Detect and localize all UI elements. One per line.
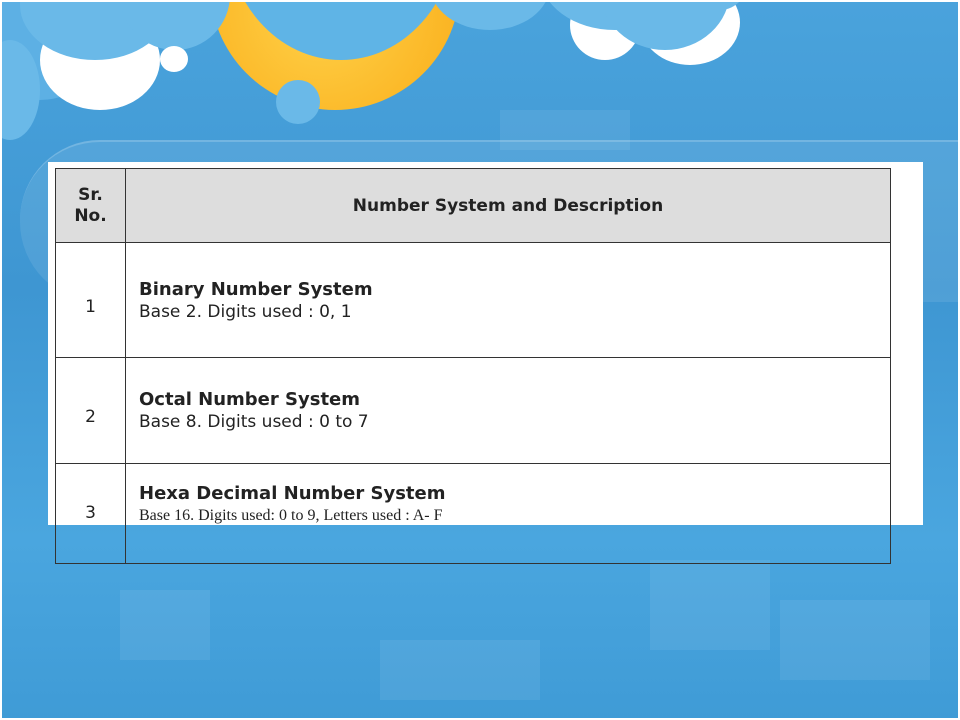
system-name: Hexa Decimal Number System <box>139 483 446 504</box>
number-system-table-card: Sr. No. Number System and Description 1 … <box>48 162 923 564</box>
number-system-table: Sr. No. Number System and Description 1 … <box>55 168 891 564</box>
table-header-row: Sr. No. Number System and Description <box>55 168 891 243</box>
system-description: Base 2. Digits used : 0, 1 <box>139 301 352 322</box>
table-row: 2 Octal Number System Base 8. Digits use… <box>55 357 891 464</box>
bg-tile <box>380 640 540 700</box>
bg-tile <box>650 560 770 650</box>
bg-tile <box>120 590 210 660</box>
description-cell: Hexa Decimal Number System Base 16. Digi… <box>125 463 891 564</box>
table-row: 3 Hexa Decimal Number System Base 16. Di… <box>55 463 891 564</box>
cloud-icon <box>276 80 320 124</box>
sr-cell: 3 <box>55 463 126 564</box>
sr-header-line2: No. <box>74 205 107 226</box>
description-header: Number System and Description <box>125 168 891 243</box>
sr-no-header: Sr. No. <box>55 168 126 243</box>
sr-cell: 1 <box>55 242 126 358</box>
table-row: 1 Binary Number System Base 2. Digits us… <box>55 242 891 358</box>
system-description: Base 16. Digits used: 0 to 9, Letters us… <box>139 507 443 524</box>
description-cell: Octal Number System Base 8. Digits used … <box>125 357 891 464</box>
bg-tile <box>780 600 930 680</box>
slide-background: Sr. No. Number System and Description 1 … <box>0 0 960 720</box>
cloud-icon <box>160 46 188 72</box>
system-name: Octal Number System <box>139 389 361 410</box>
system-description: Base 8. Digits used : 0 to 7 <box>139 412 369 432</box>
sr-header-line1: Sr. <box>78 184 103 205</box>
description-cell: Binary Number System Base 2. Digits used… <box>125 242 891 358</box>
sr-cell: 2 <box>55 357 126 464</box>
system-name: Binary Number System <box>139 278 373 300</box>
